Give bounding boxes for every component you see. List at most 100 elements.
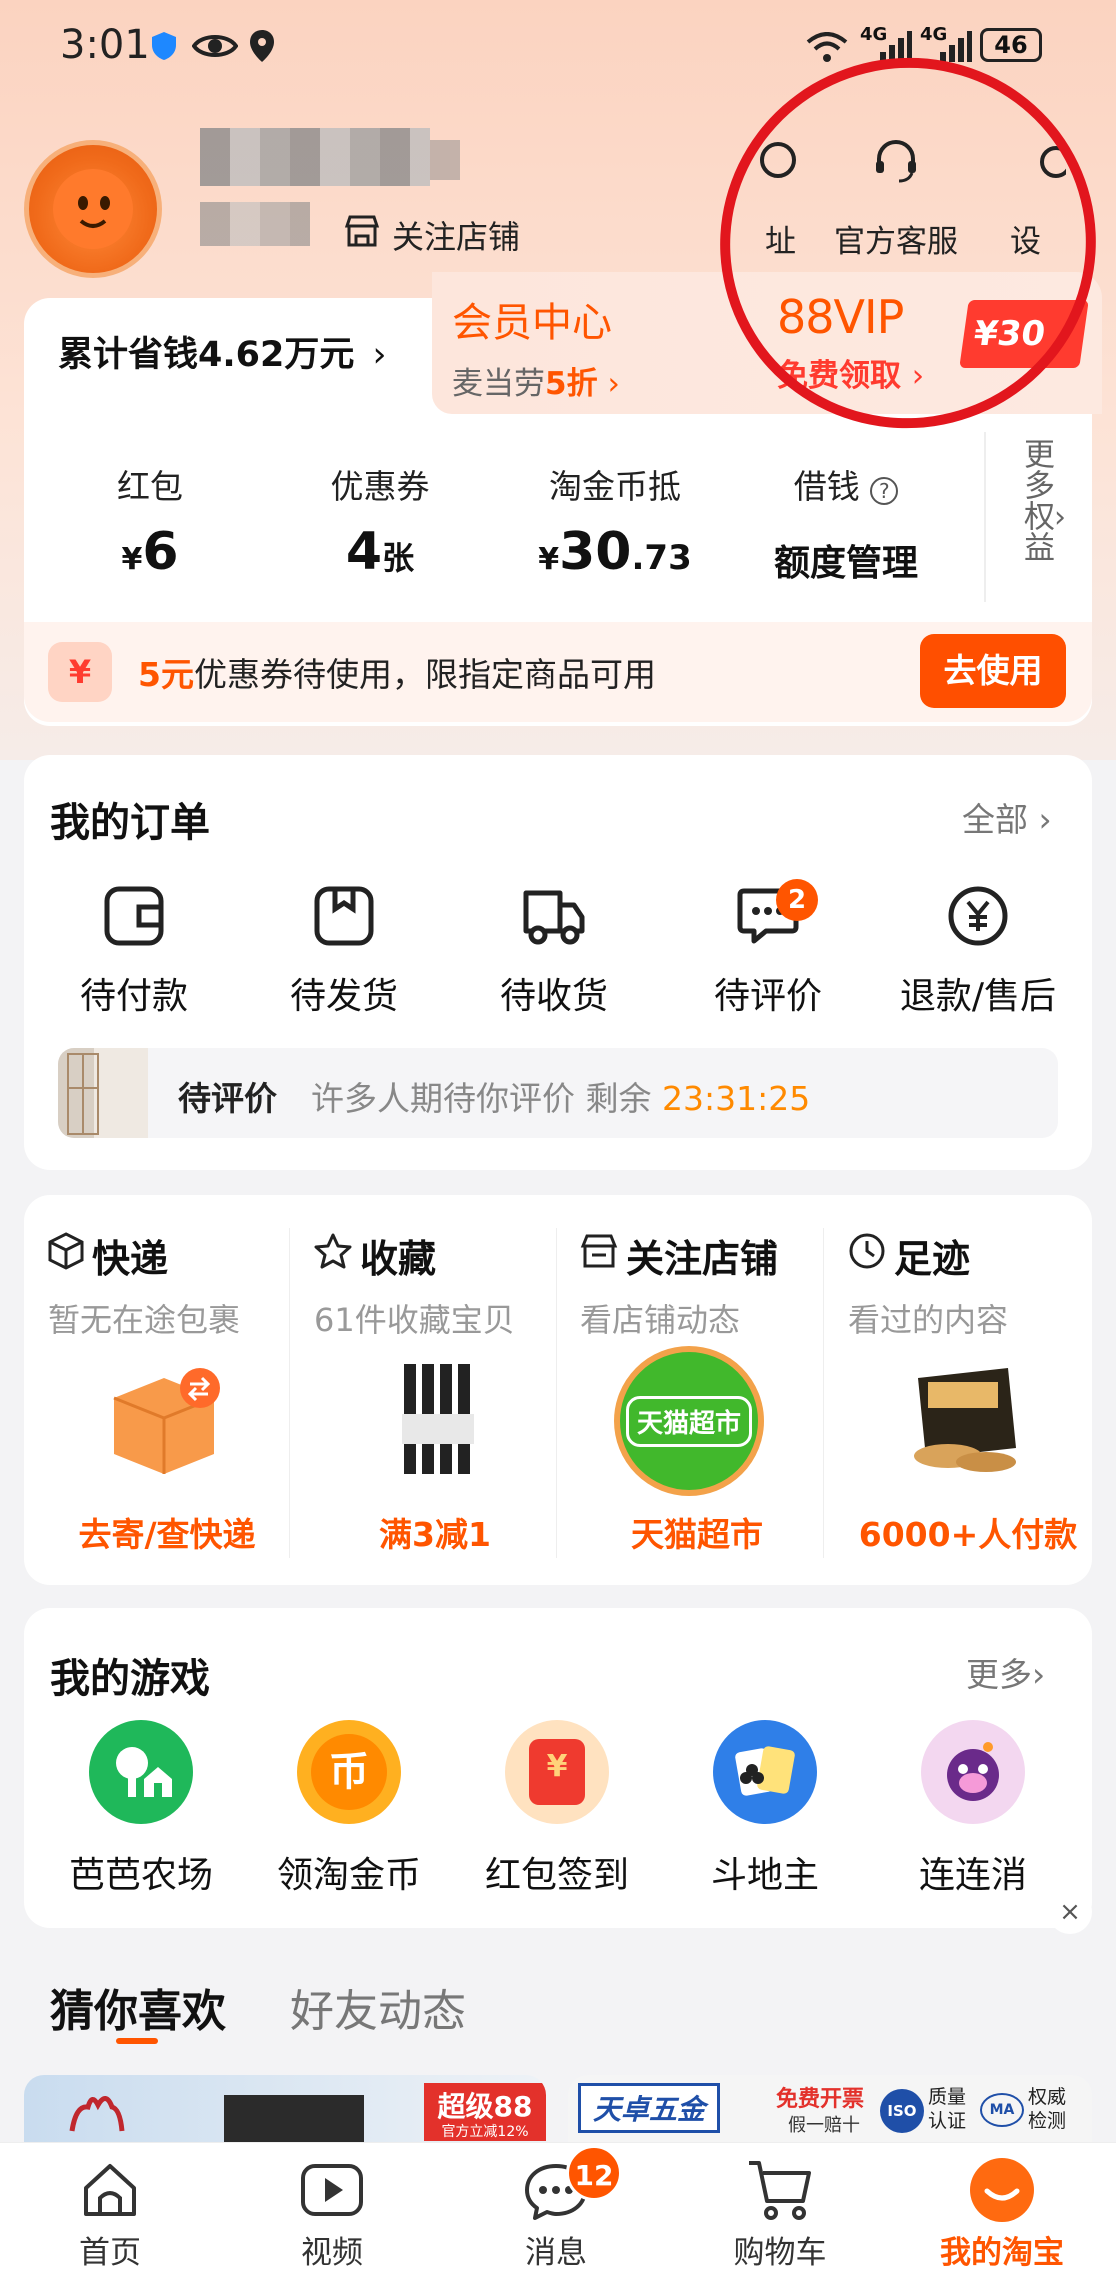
asset-suffix: 张 (382, 539, 415, 577)
game-doudizhu[interactable]: 斗地主 (660, 1720, 870, 1898)
super88-sub: 官方立减12% (424, 2121, 546, 2141)
star-icon (314, 1232, 352, 1279)
help-icon[interactable]: ? (870, 477, 899, 505)
brand-logo: 天卓五金 (578, 2083, 721, 2133)
chevron-right-icon: › (1054, 500, 1066, 535)
divider (556, 1228, 557, 1558)
chevron-right-icon: › (372, 335, 387, 375)
games-title: 我的游戏 (50, 1656, 210, 1702)
feature-history[interactable]: 足迹 看过的内容 6000+人付款 (848, 1228, 1098, 1554)
games-more-label: 更多 (966, 1655, 1032, 1694)
asset-number: 6 (142, 522, 179, 582)
tab-video[interactable]: 视频 (232, 2153, 432, 2272)
divider (823, 1228, 824, 1558)
refund-icon (878, 885, 1078, 951)
asset-coupons[interactable]: 优惠券 4张 (290, 460, 470, 582)
video-icon (232, 2153, 432, 2227)
countdown-timer: 23:31:25 (662, 1079, 811, 1118)
member-center-sub: 麦当劳5折 › (452, 358, 620, 403)
coupon-amount: 5元 (138, 655, 194, 694)
authority-test-label: 权威检测 (1028, 2086, 1067, 2132)
tab-my-taobao[interactable]: 我的淘宝 (902, 2153, 1102, 2272)
order-label: 待发货 (289, 976, 398, 1017)
feature-followed-stores[interactable]: 关注店铺 看店铺动态 天猫超市 天猫超市 (580, 1228, 830, 1554)
eye-icon (191, 30, 239, 66)
game-taojinbi[interactable]: 币 领淘金币 (244, 1720, 454, 1898)
feature-promo: 满3减1 (379, 1515, 491, 1554)
game-redpacket-checkin[interactable]: ¥ 红包签到 (452, 1720, 662, 1898)
order-pending-payment[interactable]: 待付款 (34, 885, 234, 1019)
asset-taojinbi[interactable]: 淘金币抵 ¥30.73 (520, 460, 710, 582)
feature-title: 足迹 (894, 1237, 971, 1281)
redpacket-icon: ¥ (505, 1720, 609, 1824)
coupon-reminder-bar[interactable]: ¥ 5元优惠券待使用，限指定商品可用 去使用 (24, 622, 1092, 722)
game-label: 连连消 (918, 1855, 1027, 1896)
redpacket-glyph: ¥ (529, 1739, 585, 1805)
order-pending-review[interactable]: 2 待评价 (668, 879, 868, 1019)
feature-subtitle: 61件收藏宝贝 (314, 1301, 515, 1339)
cards-icon (713, 1720, 817, 1824)
wallet-icon (34, 885, 234, 951)
iso-icon: ISO (880, 2089, 924, 2133)
orders-all-label: 全部 (962, 800, 1028, 839)
bottom-tab-bar: 首页 视频 消息 12 购物车 我的淘宝 (0, 2142, 1116, 2278)
fake-refund-note: 假一赔十 (788, 2115, 860, 2136)
member-center-entry[interactable]: 会员中心 麦当劳5折 › (452, 290, 620, 403)
farm-icon (89, 1720, 193, 1824)
game-label: 红包签到 (484, 1855, 629, 1896)
feature-subtitle: 看店铺动态 (580, 1301, 741, 1339)
member-sub-highlight: 5折 (545, 366, 598, 402)
match-game-icon (921, 1720, 1025, 1824)
message-icon (456, 2153, 656, 2227)
tab-label: 首页 (79, 2235, 141, 2271)
order-pending-receipt[interactable]: 待收货 (454, 885, 654, 1019)
tab-cart[interactable]: 购物车 (680, 2153, 880, 2272)
parcel-illustration (104, 1358, 224, 1482)
cart-icon (680, 2153, 880, 2227)
orders-all-link[interactable]: 全部 › (962, 793, 1052, 841)
order-label: 待收货 (499, 976, 608, 1017)
game-baba-farm[interactable]: 芭芭农场 (36, 1720, 246, 1898)
games-more-link[interactable]: 更多› (966, 1648, 1045, 1696)
member-center-title: 会员中心 (452, 300, 612, 346)
use-coupon-button[interactable]: 去使用 (920, 634, 1066, 708)
game-lianlianxiao[interactable]: 连连消 (868, 1720, 1078, 1898)
feature-express[interactable]: 快递 暂无在途包裹 去寄/查快递 (48, 1228, 298, 1554)
feature-favorites[interactable]: 收藏 61件收藏宝贝 满3减1 (314, 1228, 564, 1554)
tab-guess-you-like[interactable]: 猜你喜欢 (50, 1975, 226, 2039)
asset-number: 30 (559, 522, 632, 582)
game-label: 领淘金币 (276, 1855, 421, 1896)
message-badge: 12 (566, 2145, 622, 2201)
username-blurred-tail (430, 140, 460, 180)
ma-icon: MA (980, 2093, 1024, 2127)
asset-redpacket[interactable]: 红包 ¥6 (70, 460, 230, 582)
tab-friend-activity[interactable]: 好友动态 (290, 1975, 466, 2039)
order-label: 待付款 (79, 976, 188, 1017)
savings-summary[interactable]: 累计省钱4.62万元 › (58, 326, 387, 377)
clock-icon (848, 1232, 886, 1279)
asset-number: 4 (345, 522, 383, 582)
product-thumbnail (58, 1048, 148, 1138)
tab-home[interactable]: 首页 (10, 2153, 210, 2272)
username-blurred (200, 128, 430, 186)
pending-review-strip[interactable]: 待评价 许多人期待你评价 剩余 23:31:25 (58, 1048, 1058, 1138)
order-pending-shipment[interactable]: 待发货 (244, 885, 444, 1019)
camel-logo (69, 2096, 125, 2132)
asset-loan[interactable]: 借钱 ? 额度管理 (746, 460, 946, 586)
quality-cert-label: 质量认证 (928, 2086, 967, 2132)
order-refund[interactable]: 退款/售后 (878, 885, 1078, 1019)
close-icon[interactable]: × (1048, 1890, 1092, 1934)
product-image (224, 2095, 364, 2145)
asset-label: 优惠券 (330, 467, 430, 506)
feed-card-right[interactable]: 天卓五金 免费开票 假一赔十 ISO 质量认证 MA 权威检测 (568, 2075, 1092, 2145)
follow-stores-link[interactable]: 关注店铺 (344, 212, 520, 258)
asset-label: 借钱 (793, 467, 860, 506)
tab-messages[interactable]: 消息 12 (456, 2145, 656, 2272)
coin-icon: 币 (297, 1720, 401, 1824)
avatar[interactable] (24, 140, 162, 278)
more-benefits-link[interactable]: 更多权益 (1004, 438, 1054, 562)
my-taobao-icon (902, 2153, 1102, 2227)
pens-illustration (394, 1354, 484, 1488)
feed-card-left[interactable]: 超级88 官方立减12% (24, 2075, 546, 2145)
store-icon (344, 214, 380, 256)
